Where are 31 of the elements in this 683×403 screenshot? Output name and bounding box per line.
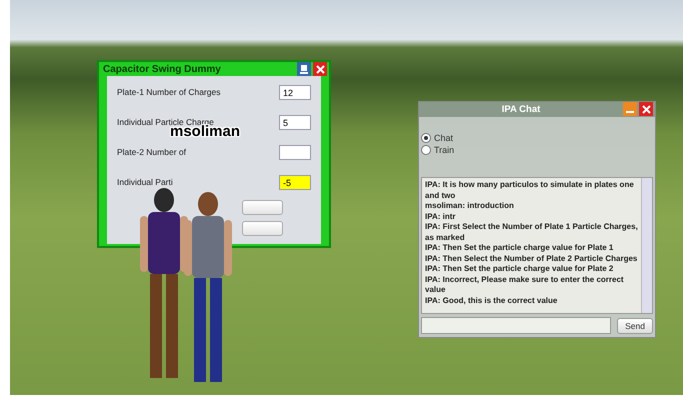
window-title: IPA Chat — [500, 104, 542, 115]
chat-message: IPA: Incorrect, Please make sure to enter the correct value — [425, 274, 625, 296]
input-field[interactable]: 5 — [279, 114, 311, 130]
close-icon[interactable] — [313, 62, 327, 76]
message-input-field[interactable] — [421, 317, 612, 334]
chat-message: IPA: Then Set the particle charge value for Plate 1 — [425, 243, 614, 254]
radio-button[interactable] — [421, 144, 431, 155]
minimize-icon[interactable] — [623, 102, 637, 116]
window-title: Capacitor Swing Dummy — [103, 64, 222, 74]
radio-button[interactable] — [421, 132, 431, 143]
send-button[interactable]: Send — [617, 318, 653, 334]
field-label: Individual Parti — [117, 177, 173, 187]
chat-message: IPA: Then Set the particle charge value for Plate 2 — [425, 264, 614, 275]
radio-label: Chat — [434, 132, 454, 143]
chat-message: IPA: intr — [425, 212, 457, 222]
chat-message: msoliman: introduction — [425, 201, 515, 212]
chat-message: IPA: Good, this is the correct value — [425, 296, 558, 306]
window-icon[interactable] — [297, 62, 311, 76]
dialog-button[interactable] — [242, 221, 283, 236]
input-field[interactable]: 12 — [279, 84, 311, 100]
input-field[interactable] — [279, 144, 311, 160]
chat-message: IPA: Then Select the Number of Plate 2 Particle Charges — [425, 254, 638, 264]
field-label: Plate-1 Number of Charges — [117, 87, 220, 97]
scrollbar[interactable] — [641, 178, 652, 313]
radio-label: Train — [434, 144, 454, 155]
dialog-button[interactable] — [242, 200, 283, 215]
input-field[interactable]: -5 — [279, 174, 311, 190]
field-label: Plate-2 Number of — [117, 147, 186, 157]
avatar-name-tag: msoliman — [170, 124, 240, 140]
close-icon[interactable] — [639, 102, 653, 116]
chat-message: IPA: First Select the Number of Plate 1 Particle Charges, as marked — [425, 222, 638, 244]
